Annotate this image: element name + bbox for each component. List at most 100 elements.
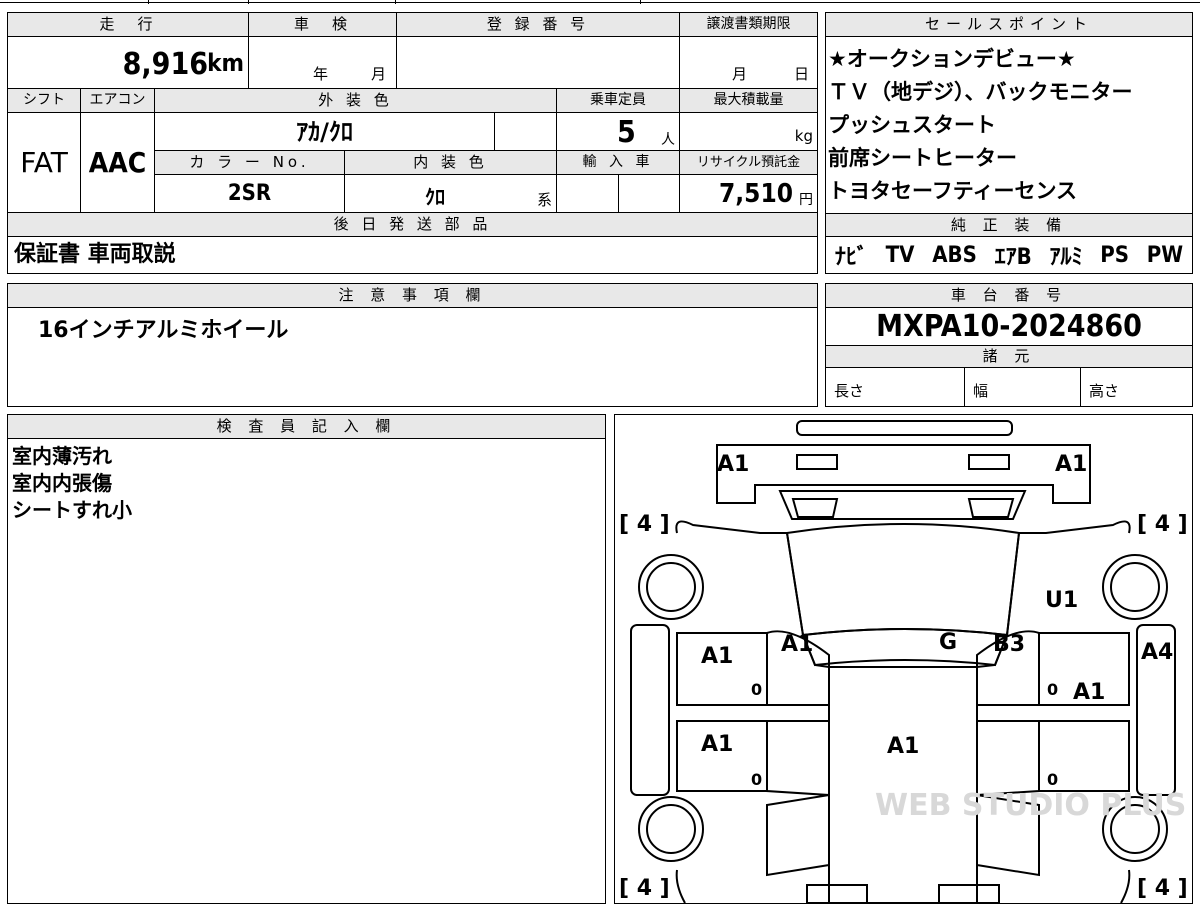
spec-height: 高さ xyxy=(1080,368,1192,406)
equipment-label: 純 正 装 備 xyxy=(826,213,1192,237)
grille-shape xyxy=(778,490,1027,520)
sales-point-item: ＴＶ（地デジ）、バックモニター xyxy=(828,80,1133,104)
grille-left xyxy=(791,498,839,518)
import-cell-a xyxy=(556,175,618,213)
equipment-item: ｱﾙﾐ xyxy=(1049,245,1083,270)
capacity-cell: 5 人 xyxy=(556,113,679,151)
recycle-label: リサイクル預託金 xyxy=(679,151,817,175)
inspector-line: シートすれ小 xyxy=(12,498,132,522)
transfer-deadline-cell: 月 日 xyxy=(679,37,817,89)
shift-value: FAT xyxy=(8,113,80,213)
spec-length: 長さ xyxy=(834,382,865,400)
spec-table: 走 行 車 検 登 録 番 号 譲渡書類期限 8,916 km 年 月 月 日 … xyxy=(7,12,818,274)
sales-point-item: トヨタセーフティーセンス xyxy=(828,179,1078,203)
mark-zero: 0 xyxy=(1047,770,1058,789)
chassis-label: 車 台 番 号 xyxy=(826,284,1192,308)
equipment-item: ABS xyxy=(932,242,977,268)
specs-label: 諸 元 xyxy=(826,346,1192,368)
sales-point-item: ★オークションデビュー★ xyxy=(828,47,1076,71)
max-load-cell: kg xyxy=(679,113,817,151)
exterior-color-value: ｱｶ/ｸﾛ xyxy=(154,113,494,151)
mileage-label: 走 行 xyxy=(8,13,248,37)
aircon-value: AAC xyxy=(80,113,154,213)
equipment-item: PS xyxy=(1100,242,1129,268)
mark-tire-fr: [ 4 ] xyxy=(1137,512,1188,537)
top-border xyxy=(0,2,1200,3)
car-diagram: WEB STUDIO PLUS A1 A1 [ 4 ] [ 4 ] [ 4 ] … xyxy=(619,420,1188,904)
mark-tire-rr: [ 4 ] xyxy=(1137,876,1188,901)
deadline-month: 月 xyxy=(732,65,748,83)
mark-front-left: A1 xyxy=(717,452,749,477)
top-divider xyxy=(640,0,641,4)
mark-roof-right: U1 xyxy=(1045,588,1078,613)
top-divider xyxy=(148,0,149,4)
roof-shape xyxy=(828,666,978,904)
registration-label: 登 録 番 号 xyxy=(396,13,679,37)
chassis-value: MXPA10-2024860 xyxy=(826,308,1192,346)
mark-zero: 0 xyxy=(1047,680,1058,699)
sales-point-item: 前席シートヒーター xyxy=(828,146,1017,170)
mark-tire-rl: [ 4 ] xyxy=(619,876,670,901)
mileage-cell: 8,916 km xyxy=(8,37,248,89)
mark-front-right: A1 xyxy=(1055,452,1087,477)
aircon-label: エアコン xyxy=(80,89,154,113)
windshield-shape xyxy=(785,523,1021,637)
inspector-label: 検 査 員 記 入 欄 xyxy=(8,415,605,439)
inspector-line: 室内薄汚れ xyxy=(12,444,112,468)
import-label: 輸 入 車 xyxy=(556,151,679,175)
front-bumper-shape xyxy=(796,420,1013,436)
capacity-label: 乗車定員 xyxy=(556,89,679,113)
mark-zero: 0 xyxy=(751,770,762,789)
sales-points-label: セールスポイント xyxy=(826,13,1192,37)
interior-color-value: ｸﾛ xyxy=(425,185,445,209)
headlight-left xyxy=(796,454,838,470)
sales-points-panel: セールスポイント ★オークションデビュー★ ＴＶ（地デジ）、バックモニター プッ… xyxy=(825,12,1193,274)
exterior-color-label: 外 装 色 xyxy=(154,89,556,113)
hood-shape xyxy=(716,444,1091,504)
mark-windshield: G xyxy=(939,630,957,655)
inspector-line: 室内内張傷 xyxy=(12,471,112,495)
shift-label: シフト xyxy=(8,89,80,113)
grille-right xyxy=(967,498,1015,518)
notes-panel: 注 意 事 項 欄 16インチアルミホイール xyxy=(7,283,818,407)
later-parts-value: 保証書 車両取説 xyxy=(14,242,176,267)
equipment-list: ﾅﾋﾞ TV ABS ｴｱB ｱﾙﾐ PS PW xyxy=(826,239,1192,271)
recycle-unit: 円 xyxy=(799,192,813,208)
deadline-day: 日 xyxy=(794,65,810,83)
top-divider xyxy=(395,0,396,4)
mark-door-rl: A1 xyxy=(701,732,733,757)
mark-zero: 0 xyxy=(751,680,762,699)
car-diagram-panel: WEB STUDIO PLUS A1 A1 [ 4 ] [ 4 ] [ 4 ] … xyxy=(614,414,1193,904)
notes-label: 注 意 事 項 欄 xyxy=(8,284,817,308)
mark-tire-fl: [ 4 ] xyxy=(619,512,670,537)
max-load-label: 最大積載量 xyxy=(679,89,817,113)
top-divider xyxy=(248,0,249,4)
inspection-cell: 年 月 xyxy=(248,37,396,89)
spec-width: 幅 xyxy=(964,368,1080,406)
recycle-value: 7,510 xyxy=(719,179,793,209)
notes-value: 16インチアルミホイール xyxy=(38,318,289,343)
headlight-right xyxy=(968,454,1010,470)
equipment-item: ｴｱB xyxy=(994,245,1032,270)
inspection-year: 年 xyxy=(313,65,329,83)
later-parts-label: 後 日 発 送 部 品 xyxy=(8,213,817,237)
mileage-unit: km xyxy=(207,49,244,77)
mark-door-fl: A1 xyxy=(701,644,733,669)
mark-pillar-right: B3 xyxy=(993,632,1025,657)
inspector-notes: 室内薄汚れ 室内内張傷 シートすれ小 xyxy=(12,443,132,524)
inspector-panel: 検 査 員 記 入 欄 室内薄汚れ 室内内張傷 シートすれ小 xyxy=(7,414,606,904)
color-no-value: 2SR xyxy=(154,175,344,213)
mark-side-right: A4 xyxy=(1141,640,1173,665)
sales-points-list: ★オークションデビュー★ ＴＶ（地デジ）、バックモニター プッシュスタート 前席… xyxy=(828,43,1190,208)
capacity-unit: 人 xyxy=(661,132,675,148)
capacity-value: 5 xyxy=(617,115,636,150)
mark-roof: A1 xyxy=(887,734,919,759)
inspection-label: 車 検 xyxy=(248,13,396,37)
registration-value xyxy=(396,37,679,89)
max-load-unit: kg xyxy=(794,127,813,145)
watermark: WEB STUDIO PLUS xyxy=(875,788,1186,823)
recycle-cell: 7,510 円 xyxy=(679,175,817,213)
transfer-deadline-label: 譲渡書類期限 xyxy=(679,13,817,37)
equipment-item: ﾅﾋﾞ xyxy=(834,245,868,270)
color-no-label: カ ラ ー No. xyxy=(154,151,344,175)
